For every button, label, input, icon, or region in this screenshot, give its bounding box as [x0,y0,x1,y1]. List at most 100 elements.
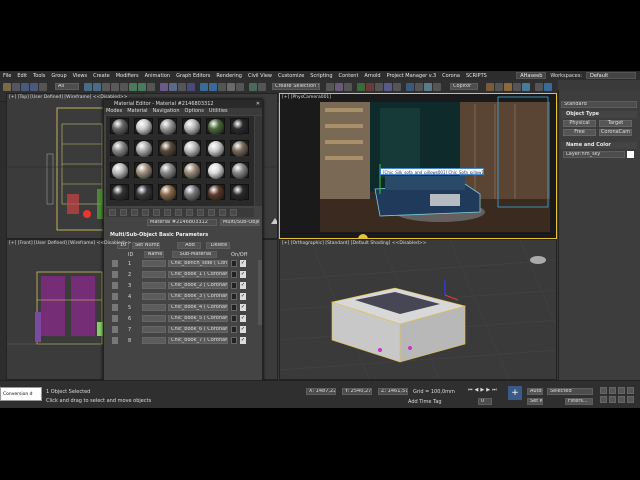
menu-item[interactable]: Corona [442,73,460,79]
sample-swatch[interactable] [112,271,118,278]
menu-item[interactable]: Modifiers [116,73,139,79]
menu-item[interactable]: File [3,73,11,79]
row-sub-material[interactable]: Chic_book_3 ( CoronaMtl ) [168,293,228,300]
sample-swatch[interactable] [112,293,118,300]
sample-swatch[interactable] [112,260,118,267]
toolbar-icon[interactable] [12,83,20,91]
x-coordinate[interactable]: X: 1487,224m [306,388,336,395]
row-sub-material[interactable]: Chic_book_1 ( CoronaMtl ) [168,271,228,278]
z-coordinate[interactable]: Z: 1461,515m [378,388,408,395]
menu-item[interactable]: Content [339,73,359,79]
material-tool-icon[interactable] [142,209,149,216]
sample-swatch[interactable] [112,315,118,322]
material-menu-item[interactable]: Options [185,108,204,115]
row-color[interactable] [231,337,237,344]
material-slot[interactable] [110,184,129,201]
row-color[interactable] [231,293,237,300]
toolbar-icon[interactable] [366,83,374,91]
material-tool-icon[interactable] [131,209,138,216]
toolbar-icon[interactable] [3,83,11,91]
sample-swatch[interactable] [112,337,118,344]
row-sub-material[interactable]: Chic_book_6 ( CoronaMtl ) [168,326,228,333]
material-tool-icon[interactable] [164,209,171,216]
target-camera-button[interactable]: Target [599,120,632,127]
sample-swatch[interactable] [112,326,118,333]
free-camera-button[interactable]: Free [563,129,596,136]
material-slot[interactable] [158,118,177,135]
toolbar-icon[interactable] [326,83,334,91]
toolbar-icon[interactable] [200,83,208,91]
material-slot[interactable] [134,184,153,201]
material-slot[interactable] [110,118,129,135]
row-color[interactable] [231,260,237,267]
toolbar-icon[interactable] [513,83,521,91]
camera-type-dropdown[interactable]: Standard [561,101,637,108]
material-slot[interactable] [134,118,153,135]
toolbar-icon[interactable] [178,83,186,91]
material-tool-icon[interactable] [208,209,215,216]
row-sub-material[interactable]: Chic_book_2 ( CoronaMtl ) [168,282,228,289]
filters-button[interactable]: Filters... [565,398,593,405]
menu-item[interactable]: Arnold [364,73,380,79]
toolbar-icon[interactable] [120,83,128,91]
row-name[interactable] [142,271,166,278]
scrollbar[interactable] [258,260,262,325]
name-field[interactable]: Layer:hm_sky [563,151,625,158]
auto-key-button[interactable]: Auto [527,388,543,395]
toolbar-icon[interactable] [522,83,530,91]
material-slot[interactable] [182,184,201,201]
toolbar-icon[interactable] [169,83,177,91]
toolbar-icon[interactable] [384,83,392,91]
row-onoff-checkbox[interactable]: ✓ [240,293,246,300]
material-slot[interactable] [230,118,249,135]
object-type-rollout[interactable]: Object Type [561,111,637,118]
row-name[interactable] [142,315,166,322]
toolbar-icon[interactable] [544,83,552,91]
sample-swatch[interactable] [112,304,118,311]
set-number-button[interactable]: Set Number [132,242,160,249]
material-slot[interactable] [110,162,129,179]
material-slot[interactable] [158,184,177,201]
material-slot[interactable] [134,162,153,179]
material-slot[interactable] [158,140,177,157]
toolbar-icon[interactable] [129,83,137,91]
material-slot[interactable] [206,162,225,179]
color-swatch[interactable] [627,151,634,158]
toolbar-icon[interactable] [30,83,38,91]
row-color[interactable] [231,271,237,278]
header-sub-material[interactable]: Sub-Material [172,251,217,258]
selection-set-dropdown[interactable]: Create Selection Set [272,83,320,90]
row-onoff-checkbox[interactable]: ✓ [240,337,246,344]
material-tool-icon[interactable] [120,209,127,216]
menu-item[interactable]: Project Manager v.3 [387,73,437,79]
header-name[interactable]: Name [144,251,164,258]
material-slot[interactable] [182,118,201,135]
toolbar-icon[interactable] [147,83,155,91]
material-slot[interactable] [158,162,177,179]
menu-item[interactable]: Rendering [216,73,242,79]
nav-control-icon[interactable] [618,387,625,394]
material-menu-item[interactable]: Material [127,108,147,115]
row-sub-material[interactable]: Chic_book_4 ( CoronaMtl ) [168,304,228,311]
menu-item[interactable]: Edit [17,73,27,79]
row-name[interactable] [142,304,166,311]
menu-item[interactable]: Scripting [310,73,332,79]
toolbar-icon[interactable] [406,83,414,91]
toolbar-icon[interactable] [495,83,503,91]
viewport-ortho[interactable]: [+] [Orthographic] [Standard] [Default S… [279,239,557,380]
toolbar-icon[interactable] [160,83,168,91]
set-key-button[interactable]: Set K. [527,398,543,405]
toolbar-icon[interactable] [187,83,195,91]
menu-item[interactable]: Group [51,73,66,79]
toolbar-icon[interactable] [236,83,244,91]
row-onoff-checkbox[interactable]: ✓ [240,326,246,333]
viewport-camera-label[interactable]: [+] [PhysCamera001] [282,95,331,100]
nav-control-icon[interactable] [600,396,607,403]
go-start-icon[interactable]: ⏮ [468,387,473,395]
menu-item[interactable]: SCRIPTS [466,73,487,79]
toolbar-icon[interactable] [504,83,512,91]
menu-item[interactable]: Graph Editors [176,73,210,79]
maxscript-listener[interactable]: Conversion d [0,387,42,401]
viewport-ortho-label[interactable]: [+] [Orthographic] [Standard] [Default S… [282,241,426,246]
play-icon[interactable]: ▶ [480,387,484,395]
